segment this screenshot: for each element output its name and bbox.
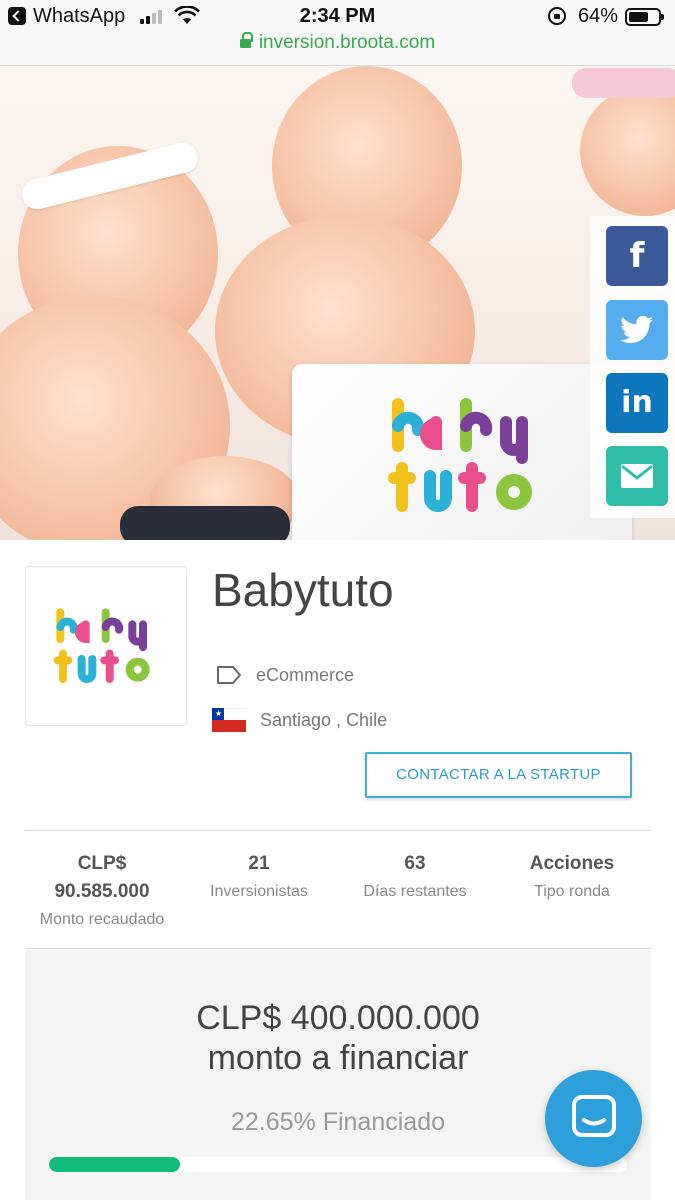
- divider-top: [25, 830, 651, 831]
- status-time: 2:34 PM: [299, 5, 376, 27]
- laptop: [292, 364, 632, 540]
- twitter-share-button[interactable]: [606, 300, 668, 360]
- funding-progress-bar: [49, 1157, 627, 1172]
- linkedin-share-button[interactable]: in: [606, 373, 668, 433]
- funding-goal-amount: CLP$ 400.000.000: [196, 999, 480, 1037]
- contact-startup-button[interactable]: CONTACTAR A LA STARTUP: [365, 752, 632, 798]
- rotation-lock-icon: [548, 7, 566, 25]
- url-text[interactable]: inversion.broota.com: [259, 32, 435, 54]
- stat-amount-raised: CLP$ 90.585.000 Monto recaudado: [22, 850, 182, 934]
- stat-value: 90.585.000: [54, 881, 150, 902]
- toy: [120, 506, 290, 540]
- envelope-icon: [621, 464, 653, 488]
- stat-label: Tipo ronda: [534, 883, 610, 900]
- company-logo-icon: [53, 608, 150, 683]
- linkedin-icon: in: [621, 385, 653, 420]
- hero-image: f in: [0, 66, 675, 540]
- chat-icon: [572, 1095, 616, 1137]
- stat-days-left: 63 Días restantes: [335, 850, 495, 906]
- secure-lock-icon: [239, 32, 253, 49]
- baby-head-right: [580, 86, 675, 216]
- company-name: Babytuto: [212, 564, 394, 616]
- stat-value: Acciones: [529, 853, 615, 874]
- stat-value: CLP$: [77, 853, 127, 874]
- facebook-share-button[interactable]: f: [606, 226, 668, 286]
- pink-headband: [572, 68, 675, 98]
- tag-icon: [217, 666, 241, 684]
- stat-value: 21: [248, 853, 270, 874]
- stat-label: Inversionistas: [210, 883, 308, 900]
- chile-flag-icon: ★: [212, 708, 246, 732]
- social-share-bar: f in: [590, 216, 675, 518]
- stat-value: 63: [404, 853, 426, 874]
- facebook-icon: f: [629, 236, 645, 276]
- babytuto-logo-icon: [388, 398, 532, 512]
- stat-round-type: Acciones Tipo ronda: [492, 850, 652, 906]
- twitter-icon: [620, 316, 654, 344]
- email-share-button[interactable]: [606, 446, 668, 506]
- battery-icon: [625, 8, 664, 26]
- category-label: eCommerce: [256, 664, 355, 685]
- stat-label: Monto recaudado: [39, 911, 165, 928]
- battery-percent: 64%: [578, 5, 619, 27]
- location-row: ★ Santiago , Chile: [212, 706, 387, 734]
- funding-goal-caption: monto a financiar: [207, 1039, 469, 1077]
- funding-panel: CLP$ 400.000.000 monto a financiar 22.65…: [25, 950, 651, 1200]
- company-logo-card: [25, 566, 187, 726]
- status-bar: WhatsApp 2:34 PM 64%: [0, 0, 675, 34]
- category-row: eCommerce: [216, 662, 354, 688]
- divider-bottom: [25, 948, 651, 949]
- funding-progress-fill: [49, 1157, 180, 1172]
- chat-launcher-button[interactable]: [545, 1070, 642, 1167]
- funding-goal: CLP$ 400.000.000 monto a financiar: [25, 998, 651, 1078]
- address-bar[interactable]: inversion.broota.com: [0, 30, 675, 66]
- stat-label: Días restantes: [363, 883, 467, 900]
- location-label: Santiago , Chile: [260, 709, 388, 730]
- stat-investors: 21 Inversionistas: [179, 850, 339, 906]
